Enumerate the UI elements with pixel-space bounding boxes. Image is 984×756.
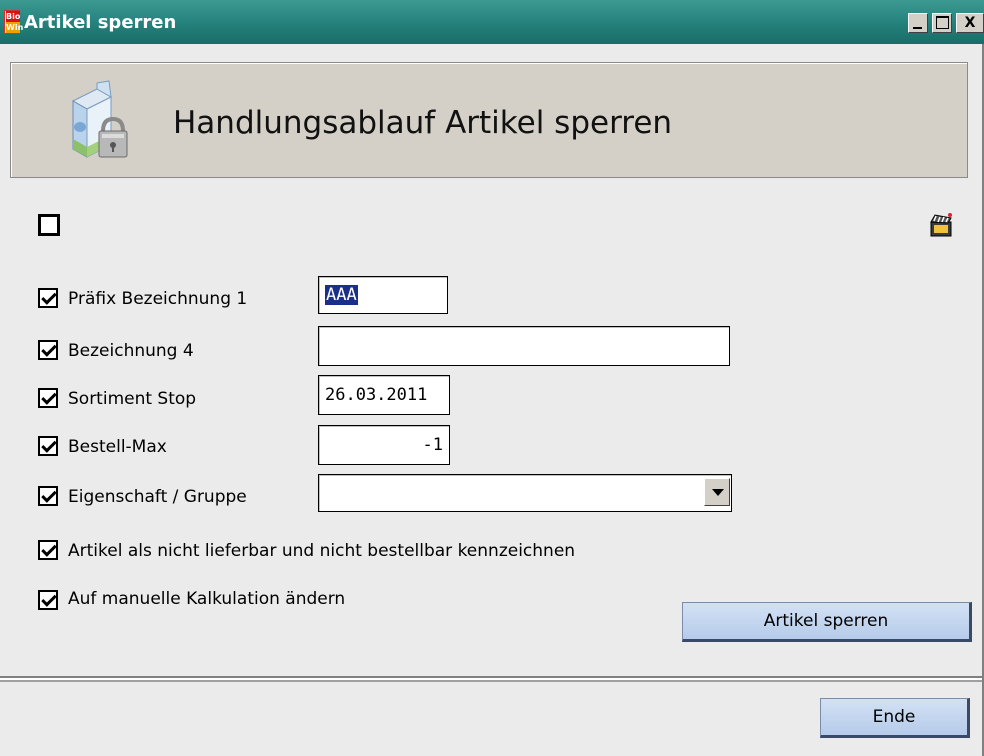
sortiment-stop-checkbox[interactable]	[38, 388, 58, 408]
manuelle-kalkulation-checkbox[interactable]	[38, 590, 58, 610]
divider	[0, 676, 984, 682]
bezeichnung4-checkbox[interactable]	[38, 340, 58, 360]
select-all-checkbox[interactable]	[38, 214, 60, 236]
artikel-sperren-button[interactable]: Artikel sperren	[682, 602, 972, 642]
eigenschaft-checkbox[interactable]	[38, 486, 58, 506]
chevron-down-icon[interactable]	[704, 478, 730, 506]
eigenschaft-select[interactable]	[318, 474, 732, 512]
maximize-button[interactable]	[932, 13, 952, 33]
prefix-checkbox[interactable]	[38, 288, 58, 308]
eigenschaft-label: Eigenschaft / Gruppe	[68, 487, 247, 507]
milk-carton-lock-icon	[71, 80, 128, 158]
clapperboard-icon[interactable]	[928, 212, 954, 238]
nicht-lieferbar-label: Artikel als nicht lieferbar und nicht be…	[68, 541, 576, 561]
logo-text-top: Bio	[6, 11, 21, 22]
bestell-max-input[interactable]: -1	[318, 425, 450, 465]
page-title: Handlungsablauf Artikel sperren	[173, 105, 673, 141]
bestell-max-checkbox[interactable]	[38, 436, 58, 456]
prefix-label: Präfix Bezeichnung 1	[68, 289, 248, 309]
title-bar[interactable]: Bio Win Artikel sperren X	[0, 0, 984, 44]
header-panel: Handlungsablauf Artikel sperren	[10, 62, 968, 178]
sortiment-stop-input[interactable]: 26.03.2011	[318, 375, 450, 415]
close-button[interactable]: X	[956, 13, 984, 33]
biowin-logo-icon: Bio Win	[4, 10, 24, 34]
logo-text-bottom: Win	[6, 22, 24, 33]
bestell-max-label: Bestell-Max	[68, 437, 167, 457]
prefix-input[interactable]: AAA	[318, 276, 448, 314]
minimize-button[interactable]	[908, 13, 928, 33]
nicht-lieferbar-checkbox[interactable]	[38, 540, 58, 560]
manuelle-kalkulation-label: Auf manuelle Kalkulation ändern	[68, 589, 346, 609]
sortiment-stop-label: Sortiment Stop	[68, 389, 197, 409]
bezeichnung4-label: Bezeichnung 4	[68, 341, 194, 361]
ende-button[interactable]: Ende	[820, 698, 970, 738]
window-title: Artikel sperren	[24, 12, 177, 33]
prefix-input-value: AAA	[325, 285, 358, 305]
bezeichnung4-input[interactable]	[318, 326, 730, 366]
